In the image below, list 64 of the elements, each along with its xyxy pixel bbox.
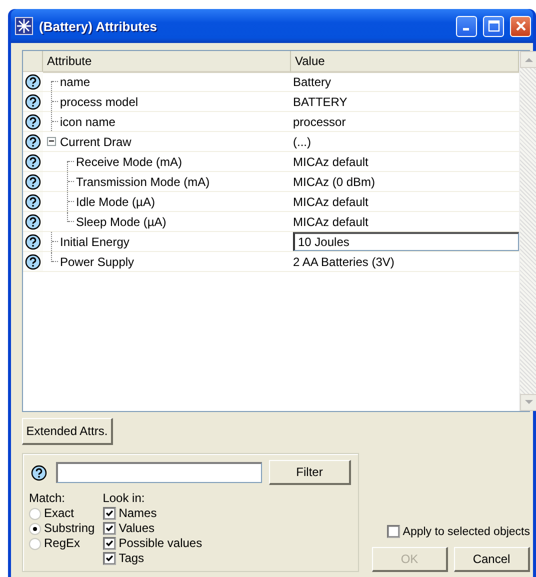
checkbox-label[interactable]: Possible values	[118, 536, 202, 551]
dialog-button[interactable]: Cancel	[454, 547, 530, 572]
attribute-name[interactable]: Idle Mode (µA)	[76, 194, 155, 208]
radio-label[interactable]: RegEx	[44, 536, 80, 551]
help-icon[interactable]	[25, 154, 41, 170]
radio-button[interactable]	[29, 522, 41, 534]
attribute-name[interactable]: Sleep Mode (µA)	[76, 214, 166, 228]
attribute-value[interactable]: MICAz (0 dBm)	[293, 174, 376, 188]
filter-button[interactable]: Filter	[269, 460, 351, 485]
help-icon[interactable]	[25, 194, 41, 210]
attribute-value[interactable]: BATTERY	[293, 94, 348, 108]
help-icon[interactable]	[25, 134, 41, 150]
attribute-name[interactable]: process model	[60, 94, 138, 108]
attribute-name[interactable]: Transmission Mode (mA)	[76, 174, 210, 188]
radio-button[interactable]	[29, 508, 41, 520]
value-field[interactable]: 10 Joules	[293, 232, 519, 251]
help-icon[interactable]	[25, 74, 41, 90]
attribute-name[interactable]: icon name	[60, 114, 116, 128]
look-in-label: Look in:	[102, 491, 146, 506]
minimize-button[interactable]	[456, 16, 477, 36]
window-title: (Battery) Attributes	[39, 18, 158, 34]
filter-field[interactable]	[56, 462, 262, 483]
checkbox[interactable]	[102, 507, 116, 520]
radio-button[interactable]	[29, 538, 41, 550]
checkbox-label[interactable]: Tags	[118, 551, 144, 566]
tree-connector	[51, 112, 60, 131]
help-icon[interactable]	[25, 94, 41, 110]
close-icon[interactable]	[514, 20, 526, 32]
attribute-value[interactable]: MICAz default	[293, 194, 368, 208]
attribute-value[interactable]: MICAz default	[293, 154, 368, 168]
column-header[interactable]: Attribute	[43, 51, 291, 73]
attribute-value[interactable]: Battery	[293, 74, 332, 88]
radio-label[interactable]: Substring	[44, 521, 95, 536]
attribute-value[interactable]: processor	[293, 114, 346, 128]
help-icon[interactable]	[25, 174, 41, 190]
attribute-value[interactable]: 2 AA Batteries (3V)	[293, 254, 394, 268]
maximize-icon[interactable]	[488, 20, 500, 32]
collapse-icon[interactable]	[47, 137, 56, 146]
radio-label[interactable]: Exact	[44, 506, 74, 521]
checkbox-label[interactable]: Apply to selected objects	[402, 526, 530, 538]
attribute-value[interactable]: (...)	[293, 134, 311, 148]
attribute-name[interactable]: Current Draw	[60, 134, 132, 148]
extended-attributes-button[interactable]: Extended Attrs.	[22, 418, 113, 445]
column-header[interactable]: Value	[291, 51, 519, 73]
help-icon[interactable]	[31, 464, 47, 480]
checkbox[interactable]	[102, 552, 116, 565]
help-icon[interactable]	[25, 234, 41, 250]
help-icon[interactable]	[25, 114, 41, 130]
attribute-name[interactable]: name	[60, 74, 90, 88]
checkbox[interactable]	[386, 525, 400, 538]
attribute-value[interactable]: MICAz default	[293, 214, 368, 228]
match-label: Match:	[29, 491, 66, 506]
attribute-name[interactable]: Initial Energy	[60, 234, 130, 248]
checkbox[interactable]	[102, 522, 116, 535]
attribute-name[interactable]: Power Supply	[60, 254, 134, 268]
help-icon[interactable]	[25, 254, 41, 270]
close-button[interactable]	[510, 16, 531, 36]
maximize-button[interactable]	[483, 16, 504, 36]
checkbox-label[interactable]: Values	[118, 521, 155, 536]
checkbox-label[interactable]: Names	[118, 506, 157, 521]
checkbox[interactable]	[102, 537, 116, 550]
app-icon	[15, 17, 33, 35]
attribute-name[interactable]: Receive Mode (mA)	[76, 154, 182, 168]
help-icon[interactable]	[25, 214, 41, 230]
